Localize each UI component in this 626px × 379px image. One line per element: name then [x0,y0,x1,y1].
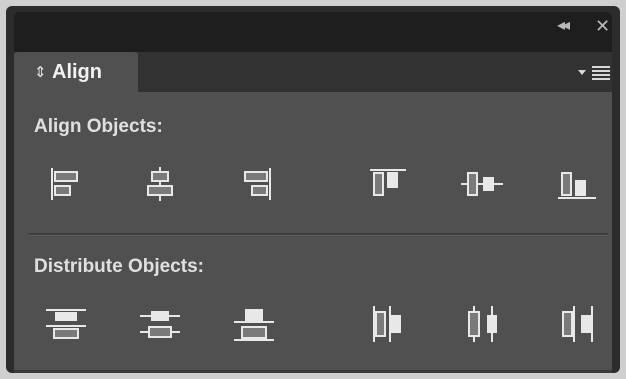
distribute-objects-heading: Distribute Objects: [34,256,204,277]
panel-titlebar[interactable] [14,12,612,52]
align-right-edges-icon[interactable] [230,162,278,206]
distribute-right-edges-icon[interactable] [554,302,602,346]
distribute-top-edges-icon[interactable] [42,302,90,346]
align-objects-heading: Align Objects: [34,116,163,137]
expand-collapse-arrows-icon[interactable]: ⇕ [34,63,47,81]
double-chevron-left-icon[interactable]: ◂◂ [557,18,570,34]
distribute-bottom-edges-icon[interactable] [230,302,278,346]
close-icon[interactable]: ✕ [595,17,610,35]
align-bottom-edges-icon[interactable] [554,162,602,206]
align-vertical-centers-icon[interactable] [458,162,506,206]
align-left-edges-icon[interactable] [44,162,92,206]
panel-menu-icon[interactable] [576,64,612,82]
align-horizontal-centers-icon[interactable] [136,162,184,206]
section-divider [28,233,608,236]
distribute-vertical-centers-icon[interactable] [136,302,184,346]
distribute-horizontal-centers-icon[interactable] [460,302,508,346]
panel-bottom-edge [14,370,612,373]
align-top-edges-icon[interactable] [366,162,414,206]
distribute-left-edges-icon[interactable] [366,302,414,346]
tab-align-label: Align [52,61,102,83]
